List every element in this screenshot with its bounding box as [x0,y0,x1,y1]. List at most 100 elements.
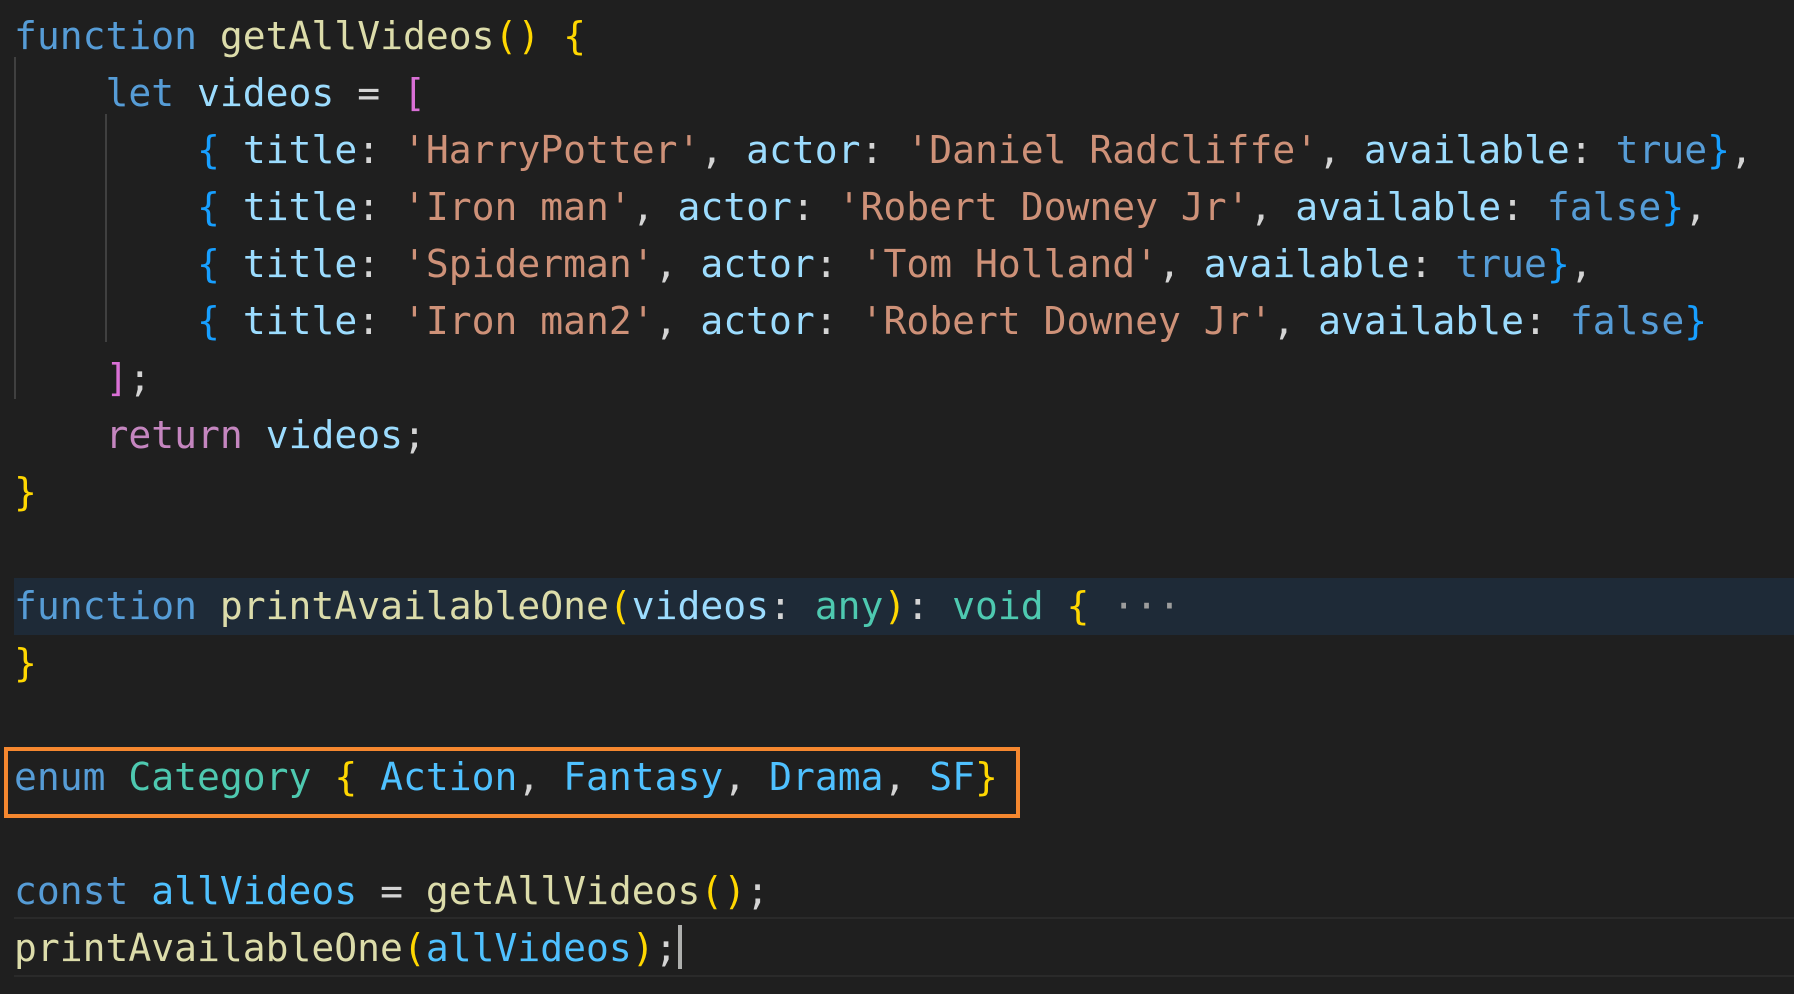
code-token: false [1569,299,1685,343]
code-line[interactable]: } [0,464,1794,521]
code-token: { [197,128,220,172]
code-token: ( [402,926,426,970]
code-token: } [14,641,37,685]
code-token: , [631,185,678,229]
code-text: function getAllVideos() { [14,8,586,65]
code-line[interactable]: const allVideos = getAllVideos(); [0,863,1794,920]
code-token: function [14,14,198,58]
code-line[interactable]: { title: 'Iron man2', actor: 'Robert Dow… [0,293,1794,350]
code-token: available [1363,128,1570,172]
code-token: actor [677,185,792,229]
code-line[interactable] [0,692,1794,749]
code-line[interactable]: ]; [0,350,1794,407]
code-token: Fantasy [563,755,724,799]
code-token: : [357,242,403,286]
code-token: } [1546,242,1570,286]
code-token: return [105,413,243,457]
code-token: () [494,14,541,58]
code-token: actor [700,299,815,343]
code-token: : [357,128,403,172]
code-token: [ [402,71,426,115]
code-token: ; [654,926,678,970]
code-token: } [1684,299,1708,343]
code-editor[interactable]: function getAllVideos() { let videos = [… [0,0,1794,994]
code-line[interactable]: enum Category { Action, Fantasy, Drama, … [0,749,1794,806]
code-text: enum Category { Action, Fantasy, Drama, … [14,749,998,806]
folded-ellipsis[interactable]: ··· [1089,584,1181,628]
code-text: { title: 'HarryPotter', actor: 'Daniel R… [14,122,1753,179]
code-token: ; [402,413,426,457]
code-token: true [1615,128,1708,172]
code-token: : [357,185,403,229]
code-token: { [197,242,220,286]
code-line[interactable]: return videos; [0,407,1794,464]
code-token: ; [746,869,770,913]
code-token: : [1409,242,1456,286]
code-token: 'Spiderman' [402,242,655,286]
code-text: { title: 'Spiderman', actor: 'Tom Hollan… [14,236,1593,293]
code-line[interactable] [0,521,1794,578]
code-line[interactable]: { title: 'HarryPotter', actor: 'Daniel R… [0,122,1794,179]
code-token: ; [128,356,152,400]
code-token: , [1569,242,1593,286]
code-line[interactable] [0,806,1794,863]
code-token: } [14,470,37,514]
code-line[interactable]: function getAllVideos() { [0,8,1794,65]
code-token: const [14,869,129,913]
code-token: { [197,299,220,343]
code-token: , [1318,128,1364,172]
code-token: 'Robert Downey Jr' [860,299,1273,343]
code-token: available [1295,185,1502,229]
code-token: ] [105,356,129,400]
code-token: actor [700,242,815,286]
code-text: } [14,464,37,521]
code-token: { [334,755,358,799]
code-token: printAvailableOne [14,926,403,970]
code-line[interactable]: { title: 'Iron man', actor: 'Robert Down… [0,179,1794,236]
code-token: enum [14,755,106,799]
code-token: getAllVideos [425,869,701,913]
code-token: false [1546,185,1662,229]
code-line[interactable]: { title: 'Spiderman', actor: 'Tom Hollan… [0,236,1794,293]
code-token: , [883,755,930,799]
code-line[interactable]: } [0,635,1794,692]
code-token: let [105,71,175,115]
code-token: : [860,128,907,172]
code-text: let videos = [ [14,65,426,122]
code-token: , [1684,185,1708,229]
code-token: , [1249,185,1296,229]
code-text: } [14,635,37,692]
code-line[interactable]: printAvailableOne(allVideos); [0,920,1794,977]
code-token: available [1318,299,1525,343]
code-token: videos [265,413,403,457]
code-token: SF [929,755,975,799]
code-token: , [700,128,747,172]
code-token: any [814,584,884,628]
code-token: : [814,299,861,343]
code-line[interactable]: function printAvailableOne(videos: any):… [0,578,1794,635]
code-line[interactable]: let videos = [ [0,65,1794,122]
code-text: printAvailableOne(allVideos); [14,920,682,977]
code-token: , [517,755,564,799]
text-cursor [677,925,682,969]
code-token: allVideos [425,926,632,970]
code-token: videos [631,584,770,628]
code-token: , [723,755,770,799]
code-token: : [1524,299,1570,343]
